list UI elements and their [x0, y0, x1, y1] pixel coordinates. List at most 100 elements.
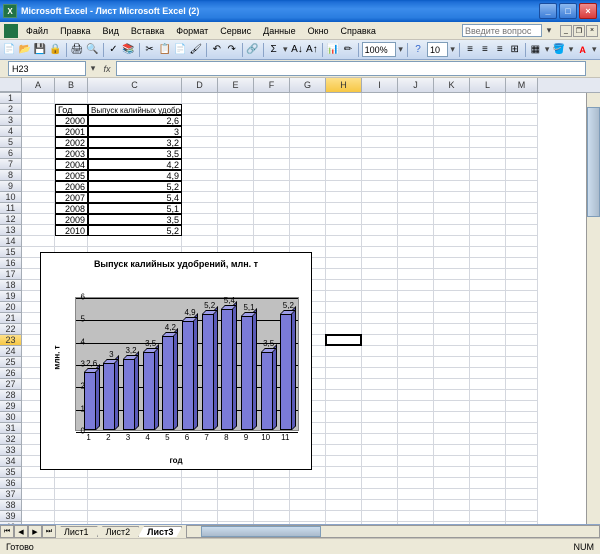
- cell-H21[interactable]: [326, 313, 362, 324]
- cell-I6[interactable]: [362, 148, 398, 159]
- cell-H40[interactable]: [326, 522, 362, 524]
- cell-D9[interactable]: [182, 181, 218, 192]
- cell-L34[interactable]: [470, 456, 506, 467]
- cell-D37[interactable]: [182, 489, 218, 500]
- row-header[interactable]: 19: [0, 291, 22, 302]
- cell-H30[interactable]: [326, 412, 362, 423]
- cell-M29[interactable]: [506, 401, 538, 412]
- save-icon[interactable]: 💾: [33, 41, 47, 59]
- align-center-icon[interactable]: ≡: [478, 41, 492, 59]
- cell-H1[interactable]: [326, 93, 362, 104]
- cell-L19[interactable]: [470, 291, 506, 302]
- cell-A12[interactable]: [22, 214, 55, 225]
- drawing-icon[interactable]: ✏: [341, 41, 355, 59]
- autosum-icon[interactable]: Σ: [267, 41, 281, 59]
- cell-H14[interactable]: [326, 236, 362, 247]
- cell-G39[interactable]: [290, 511, 326, 522]
- cell-C37[interactable]: [88, 489, 182, 500]
- cell-C7[interactable]: 4,2: [88, 159, 182, 170]
- formula-input[interactable]: [116, 61, 586, 76]
- cell-F11[interactable]: [254, 203, 290, 214]
- cell-J18[interactable]: [398, 280, 434, 291]
- cell-I2[interactable]: [362, 104, 398, 115]
- cell-L11[interactable]: [470, 203, 506, 214]
- col-header-J[interactable]: J: [398, 78, 434, 92]
- cell-I14[interactable]: [362, 236, 398, 247]
- col-header-K[interactable]: K: [434, 78, 470, 92]
- cell-J34[interactable]: [398, 456, 434, 467]
- cell-F10[interactable]: [254, 192, 290, 203]
- cell-F12[interactable]: [254, 214, 290, 225]
- cell-K25[interactable]: [434, 357, 470, 368]
- row-header[interactable]: 1: [0, 93, 22, 104]
- row-header[interactable]: 11: [0, 203, 22, 214]
- cell-H8[interactable]: [326, 170, 362, 181]
- doc-close-button[interactable]: ×: [586, 25, 598, 37]
- cell-D11[interactable]: [182, 203, 218, 214]
- cell-J31[interactable]: [398, 423, 434, 434]
- cell-M10[interactable]: [506, 192, 538, 203]
- cell-M20[interactable]: [506, 302, 538, 313]
- row-header[interactable]: 15: [0, 247, 22, 258]
- cell-C3[interactable]: 2,6: [88, 115, 182, 126]
- cell-L8[interactable]: [470, 170, 506, 181]
- cell-I29[interactable]: [362, 401, 398, 412]
- cell-L3[interactable]: [470, 115, 506, 126]
- fontsize-dropdown-icon[interactable]: ▾: [449, 44, 456, 55]
- cell-K18[interactable]: [434, 280, 470, 291]
- cell-L18[interactable]: [470, 280, 506, 291]
- research-icon[interactable]: 📚: [121, 41, 135, 59]
- cell-M33[interactable]: [506, 445, 538, 456]
- tab-prev-icon[interactable]: ◀: [14, 525, 28, 538]
- col-header-L[interactable]: L: [470, 78, 506, 92]
- cell-I10[interactable]: [362, 192, 398, 203]
- spell-icon[interactable]: ✓: [106, 41, 120, 59]
- cell-H13[interactable]: [326, 225, 362, 236]
- cell-E13[interactable]: [218, 225, 254, 236]
- format-painter-icon[interactable]: 🖌: [188, 41, 203, 59]
- cell-H32[interactable]: [326, 434, 362, 445]
- cell-K33[interactable]: [434, 445, 470, 456]
- cell-I30[interactable]: [362, 412, 398, 423]
- cell-J30[interactable]: [398, 412, 434, 423]
- sheet-tab[interactable]: Лист3: [138, 526, 182, 537]
- cell-E7[interactable]: [218, 159, 254, 170]
- cell-J8[interactable]: [398, 170, 434, 181]
- cell-M40[interactable]: [506, 522, 538, 524]
- cell-F5[interactable]: [254, 137, 290, 148]
- cell-G14[interactable]: [290, 236, 326, 247]
- paste-icon[interactable]: 📄: [173, 41, 187, 59]
- menu-сервис[interactable]: Сервис: [214, 24, 257, 38]
- cell-A8[interactable]: [22, 170, 55, 181]
- cell-I40[interactable]: [362, 522, 398, 524]
- cell-I31[interactable]: [362, 423, 398, 434]
- cell-M24[interactable]: [506, 346, 538, 357]
- cell-J10[interactable]: [398, 192, 434, 203]
- cell-J39[interactable]: [398, 511, 434, 522]
- cell-B1[interactable]: [55, 93, 88, 104]
- cell-F3[interactable]: [254, 115, 290, 126]
- cell-C2[interactable]: Выпуск калийных удобрений, млн. т: [88, 104, 182, 115]
- cell-F13[interactable]: [254, 225, 290, 236]
- cell-B39[interactable]: [55, 511, 88, 522]
- cell-L35[interactable]: [470, 467, 506, 478]
- cell-B2[interactable]: Год: [55, 104, 88, 115]
- cell-D13[interactable]: [182, 225, 218, 236]
- doc-minimize-button[interactable]: _: [560, 25, 572, 37]
- cell-L5[interactable]: [470, 137, 506, 148]
- cell-H7[interactable]: [326, 159, 362, 170]
- cell-H17[interactable]: [326, 269, 362, 280]
- cell-J11[interactable]: [398, 203, 434, 214]
- fill-dropdown-icon[interactable]: ▾: [567, 44, 574, 55]
- cell-I4[interactable]: [362, 126, 398, 137]
- cell-L2[interactable]: [470, 104, 506, 115]
- cell-G10[interactable]: [290, 192, 326, 203]
- cell-E6[interactable]: [218, 148, 254, 159]
- cell-J37[interactable]: [398, 489, 434, 500]
- row-header[interactable]: 21: [0, 313, 22, 324]
- close-button[interactable]: ×: [579, 3, 597, 19]
- cell-D12[interactable]: [182, 214, 218, 225]
- cell-L1[interactable]: [470, 93, 506, 104]
- cell-J38[interactable]: [398, 500, 434, 511]
- cell-I15[interactable]: [362, 247, 398, 258]
